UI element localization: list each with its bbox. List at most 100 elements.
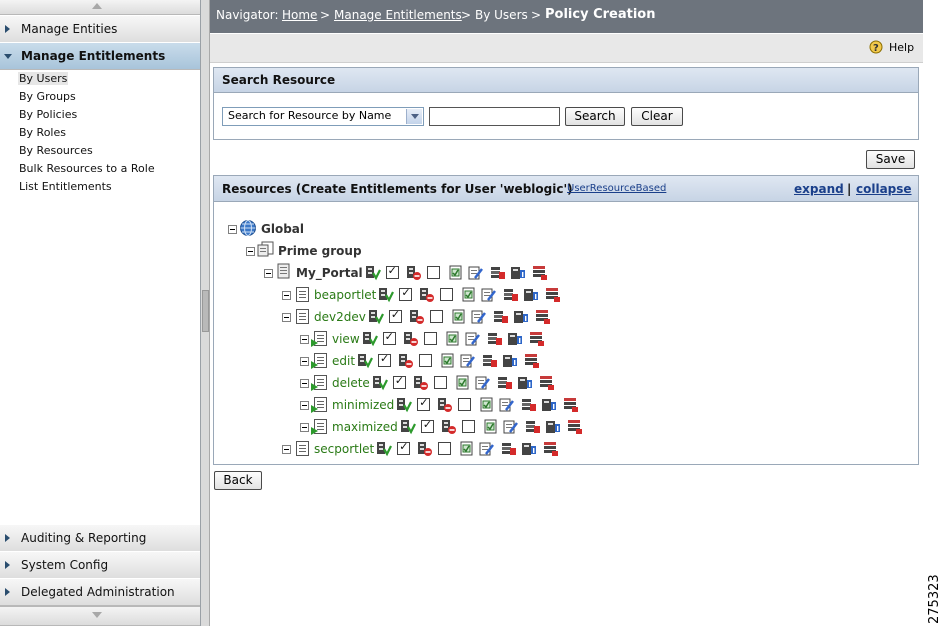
collapse-toggle-icon[interactable] <box>300 379 309 388</box>
collapse-link[interactable]: collapse <box>856 182 912 196</box>
entitlement-list-icon[interactable] <box>567 419 583 435</box>
edit-policy-icon[interactable] <box>475 375 491 391</box>
grant-icon[interactable] <box>396 397 413 413</box>
deny-checkbox[interactable] <box>423 332 437 345</box>
grant-icon[interactable] <box>365 265 381 281</box>
grant-icon[interactable] <box>400 419 416 435</box>
grant-checkbox[interactable] <box>417 396 431 411</box>
grant-icon[interactable] <box>357 353 374 369</box>
tree-node-label[interactable]: Global <box>261 222 304 236</box>
policy-icon[interactable] <box>461 287 477 303</box>
tree-node-label[interactable]: delete <box>332 376 370 390</box>
roles-icon[interactable] <box>525 419 541 435</box>
clear-button[interactable]: Clear <box>631 107 683 126</box>
entitlement-list-icon[interactable] <box>545 287 561 303</box>
resource-info-icon[interactable] <box>507 331 523 347</box>
search-input[interactable] <box>429 107 560 126</box>
nav-item-list-entitlements[interactable]: List Entitlements <box>19 180 112 193</box>
grant-checkbox[interactable] <box>382 330 396 345</box>
tree-node-label[interactable]: My_Portal <box>296 266 363 280</box>
scroll-down-button[interactable] <box>0 606 200 626</box>
policy-icon[interactable] <box>483 419 499 435</box>
roles-icon[interactable] <box>493 309 509 325</box>
deny-checkbox[interactable] <box>438 442 452 455</box>
collapse-toggle-icon[interactable] <box>282 313 291 322</box>
collapse-toggle-icon[interactable] <box>300 401 309 410</box>
deny-checkbox[interactable] <box>426 266 440 279</box>
nav-item-by-resources[interactable]: By Resources <box>19 144 93 157</box>
deny-checkbox[interactable] <box>419 354 433 367</box>
user-resource-based-link[interactable]: UserResourceBased <box>567 183 666 194</box>
collapse-toggle-icon[interactable] <box>300 423 309 432</box>
grant-icon[interactable] <box>376 441 393 457</box>
search-type-select[interactable]: Search for Resource by Name <box>222 107 424 126</box>
nav-section-system-config[interactable]: System Config <box>0 551 200 579</box>
deny-icon[interactable] <box>417 441 433 457</box>
policy-icon[interactable] <box>459 441 475 457</box>
help-link[interactable]: Help <box>889 41 914 54</box>
edit-policy-icon[interactable] <box>468 265 484 281</box>
deny-checkbox[interactable] <box>461 420 475 433</box>
resource-info-icon[interactable] <box>513 309 529 325</box>
nav-section-delegated-admin[interactable]: Delegated Administration <box>0 578 200 606</box>
back-button[interactable]: Back <box>214 471 262 490</box>
help-icon[interactable]: ? <box>869 40 883 55</box>
resource-info-icon[interactable] <box>541 397 557 413</box>
roles-icon[interactable] <box>503 287 519 303</box>
breadcrumb-manage-entitlements-link[interactable]: Manage Entitlements <box>334 8 462 22</box>
roles-icon[interactable] <box>501 441 517 457</box>
grant-checkbox[interactable] <box>420 418 434 433</box>
grant-checkbox[interactable] <box>388 308 402 323</box>
entitlement-list-icon[interactable] <box>539 375 555 391</box>
roles-icon[interactable] <box>482 353 498 369</box>
resource-info-icon[interactable] <box>502 353 518 369</box>
nav-item-by-users[interactable]: By Users <box>18 72 69 85</box>
collapse-toggle-icon[interactable] <box>282 291 291 300</box>
nav-section-manage-entitlements[interactable]: Manage Entitlements <box>0 42 200 70</box>
grant-checkbox[interactable] <box>392 374 406 389</box>
tree-node-label[interactable]: secportlet <box>314 442 374 456</box>
deny-checkbox[interactable] <box>433 376 447 389</box>
roles-icon[interactable] <box>497 375 513 391</box>
entitlement-list-icon[interactable] <box>535 309 551 325</box>
collapse-toggle-icon[interactable] <box>282 445 291 454</box>
policy-icon[interactable] <box>440 353 456 369</box>
entitlement-list-icon[interactable] <box>529 331 545 347</box>
entitlement-list-icon[interactable] <box>532 265 548 281</box>
splitter-grip[interactable] <box>202 290 209 332</box>
edit-policy-icon[interactable] <box>471 309 487 325</box>
grant-icon[interactable] <box>378 287 395 303</box>
tree-node-label[interactable]: minimized <box>332 398 394 412</box>
scroll-up-button[interactable] <box>0 0 200 15</box>
grant-icon[interactable] <box>362 331 378 347</box>
roles-icon[interactable] <box>521 397 537 413</box>
deny-icon[interactable] <box>409 309 425 325</box>
deny-icon[interactable] <box>398 353 414 369</box>
collapse-toggle-icon[interactable] <box>264 269 273 278</box>
nav-item-by-groups[interactable]: By Groups <box>19 90 76 103</box>
deny-icon[interactable] <box>413 375 429 391</box>
nav-item-bulk-resources[interactable]: Bulk Resources to a Role <box>19 162 155 175</box>
resource-info-icon[interactable] <box>510 265 526 281</box>
policy-icon[interactable] <box>479 397 495 413</box>
save-button[interactable]: Save <box>866 150 915 169</box>
expand-link[interactable]: expand <box>794 182 844 196</box>
grant-checkbox[interactable] <box>385 264 399 279</box>
roles-icon[interactable] <box>487 331 503 347</box>
deny-checkbox[interactable] <box>429 310 443 323</box>
entitlement-list-icon[interactable] <box>524 353 540 369</box>
deny-icon[interactable] <box>419 287 435 303</box>
entitlement-list-icon[interactable] <box>543 441 559 457</box>
tree-node-label[interactable]: dev2dev <box>314 310 366 324</box>
collapse-toggle-icon[interactable] <box>300 357 309 366</box>
collapse-toggle-icon[interactable] <box>300 335 309 344</box>
tree-node-label[interactable]: edit <box>332 354 355 368</box>
policy-icon[interactable] <box>455 375 471 391</box>
grant-checkbox[interactable] <box>397 440 411 455</box>
policy-icon[interactable] <box>448 265 464 281</box>
breadcrumb-home-link[interactable]: Home <box>282 8 317 22</box>
resource-info-icon[interactable] <box>517 375 533 391</box>
edit-policy-icon[interactable] <box>479 441 495 457</box>
panel-splitter[interactable] <box>201 0 210 626</box>
nav-item-by-roles[interactable]: By Roles <box>19 126 66 139</box>
